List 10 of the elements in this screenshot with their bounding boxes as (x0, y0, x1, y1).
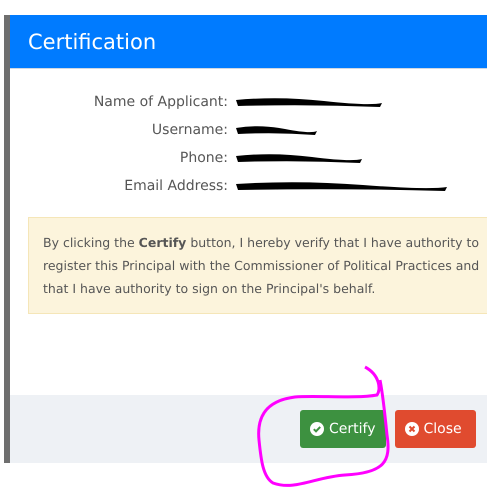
field-label: Email Address: (123, 177, 228, 195)
field-label: Phone: (178, 149, 228, 167)
dialog-title: Certification (28, 30, 156, 54)
notice-text: By clicking the Certify button, I hereby verify that I have authority to register this Principal with the Commissioner of Political Practices and that I have authority to sign on the Principal's behalf. (28, 217, 487, 314)
field-label: Name of Applicant: (92, 93, 228, 111)
certify-button[interactable]: Certify (300, 410, 386, 448)
close-button[interactable]: Close (394, 410, 476, 448)
field-label: Username: (150, 121, 228, 139)
close-circle-icon (404, 422, 418, 436)
check-circle-icon (310, 422, 324, 436)
